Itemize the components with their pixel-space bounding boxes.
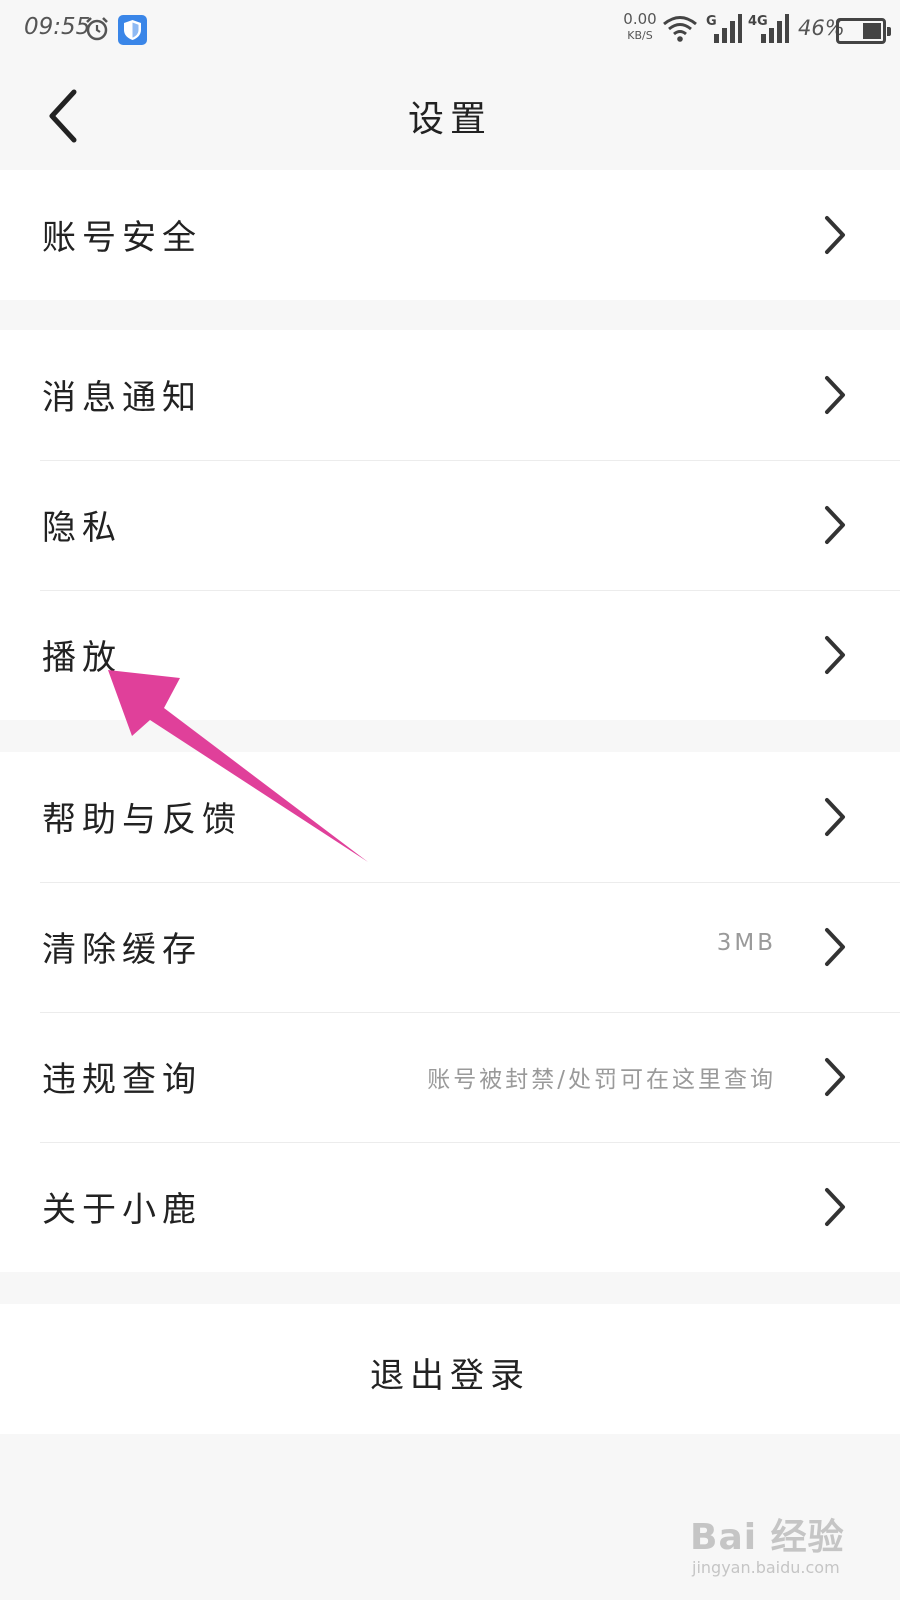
cellular-signal-icon: G [706, 12, 742, 50]
settings-item-label: 账号安全 [42, 218, 202, 258]
chevron-right-icon [825, 1188, 845, 1226]
wifi-icon [662, 14, 698, 48]
chevron-right-icon [825, 798, 845, 836]
cellular-4g-signal-icon: 4G [748, 12, 790, 50]
settings-item-label: 隐私 [42, 508, 122, 548]
chevron-right-icon [825, 1058, 845, 1096]
settings-group-account: 账号安全 [0, 170, 900, 300]
settings-item-clear-cache[interactable]: 清除缓存 3MB [0, 882, 900, 1012]
network-speed: 0.00 KB/S [622, 10, 658, 42]
status-bar: 09:55 0.00 KB/S G 4G 46% [0, 0, 900, 62]
settings-item-privacy[interactable]: 隐私 [0, 460, 900, 590]
network-speed-unit: KB/S [627, 29, 653, 42]
status-time: 09:55 [24, 14, 91, 40]
chevron-right-icon [825, 636, 845, 674]
watermark-url: jingyan.baidu.com [692, 1558, 840, 1577]
alarm-icon [84, 16, 110, 42]
logout-button[interactable]: 退出登录 [0, 1348, 900, 1397]
cache-size-value: 3MB [716, 930, 776, 956]
nav-bar: 设置 [0, 62, 900, 170]
settings-item-account-security[interactable]: 账号安全 [0, 170, 900, 300]
svg-text:4G: 4G [748, 14, 768, 29]
battery-icon [836, 18, 891, 44]
logout-group: 退出登录 [0, 1304, 900, 1434]
page-title: 设置 [407, 99, 492, 140]
battery-fill [863, 23, 881, 39]
watermark-logo: Bai 经验 [690, 1517, 845, 1558]
settings-item-label: 违规查询 [42, 1060, 202, 1100]
network-speed-value: 0.00 [623, 10, 657, 28]
baidu-jingyan-watermark: Bai 经验 jingyan.baidu.com [690, 1500, 870, 1590]
settings-item-playback[interactable]: 播放 [0, 590, 900, 720]
violation-query-hint: 账号被封禁/处罚可在这里查询 [427, 1067, 776, 1093]
settings-item-notifications[interactable]: 消息通知 [0, 330, 900, 460]
settings-item-label: 播放 [42, 638, 122, 678]
chevron-right-icon [825, 506, 845, 544]
chevron-right-icon [825, 928, 845, 966]
settings-group-support: 帮助与反馈 清除缓存 3MB 违规查询 账号被封禁/处罚可在这里查询 关于小鹿 [0, 752, 900, 1272]
svg-text:G: G [706, 14, 717, 29]
settings-item-label: 关于小鹿 [42, 1190, 202, 1230]
security-shield-icon [118, 15, 147, 45]
settings-item-violation-query[interactable]: 违规查询 账号被封禁/处罚可在这里查询 [0, 1012, 900, 1142]
settings-item-label: 清除缓存 [42, 930, 202, 970]
settings-item-help-feedback[interactable]: 帮助与反馈 [0, 752, 900, 882]
chevron-right-icon [825, 216, 845, 254]
settings-item-label: 消息通知 [42, 378, 202, 418]
settings-item-about[interactable]: 关于小鹿 [0, 1142, 900, 1272]
chevron-right-icon [825, 376, 845, 414]
settings-group-preferences: 消息通知 隐私 播放 [0, 330, 900, 720]
settings-item-label: 帮助与反馈 [42, 800, 242, 840]
